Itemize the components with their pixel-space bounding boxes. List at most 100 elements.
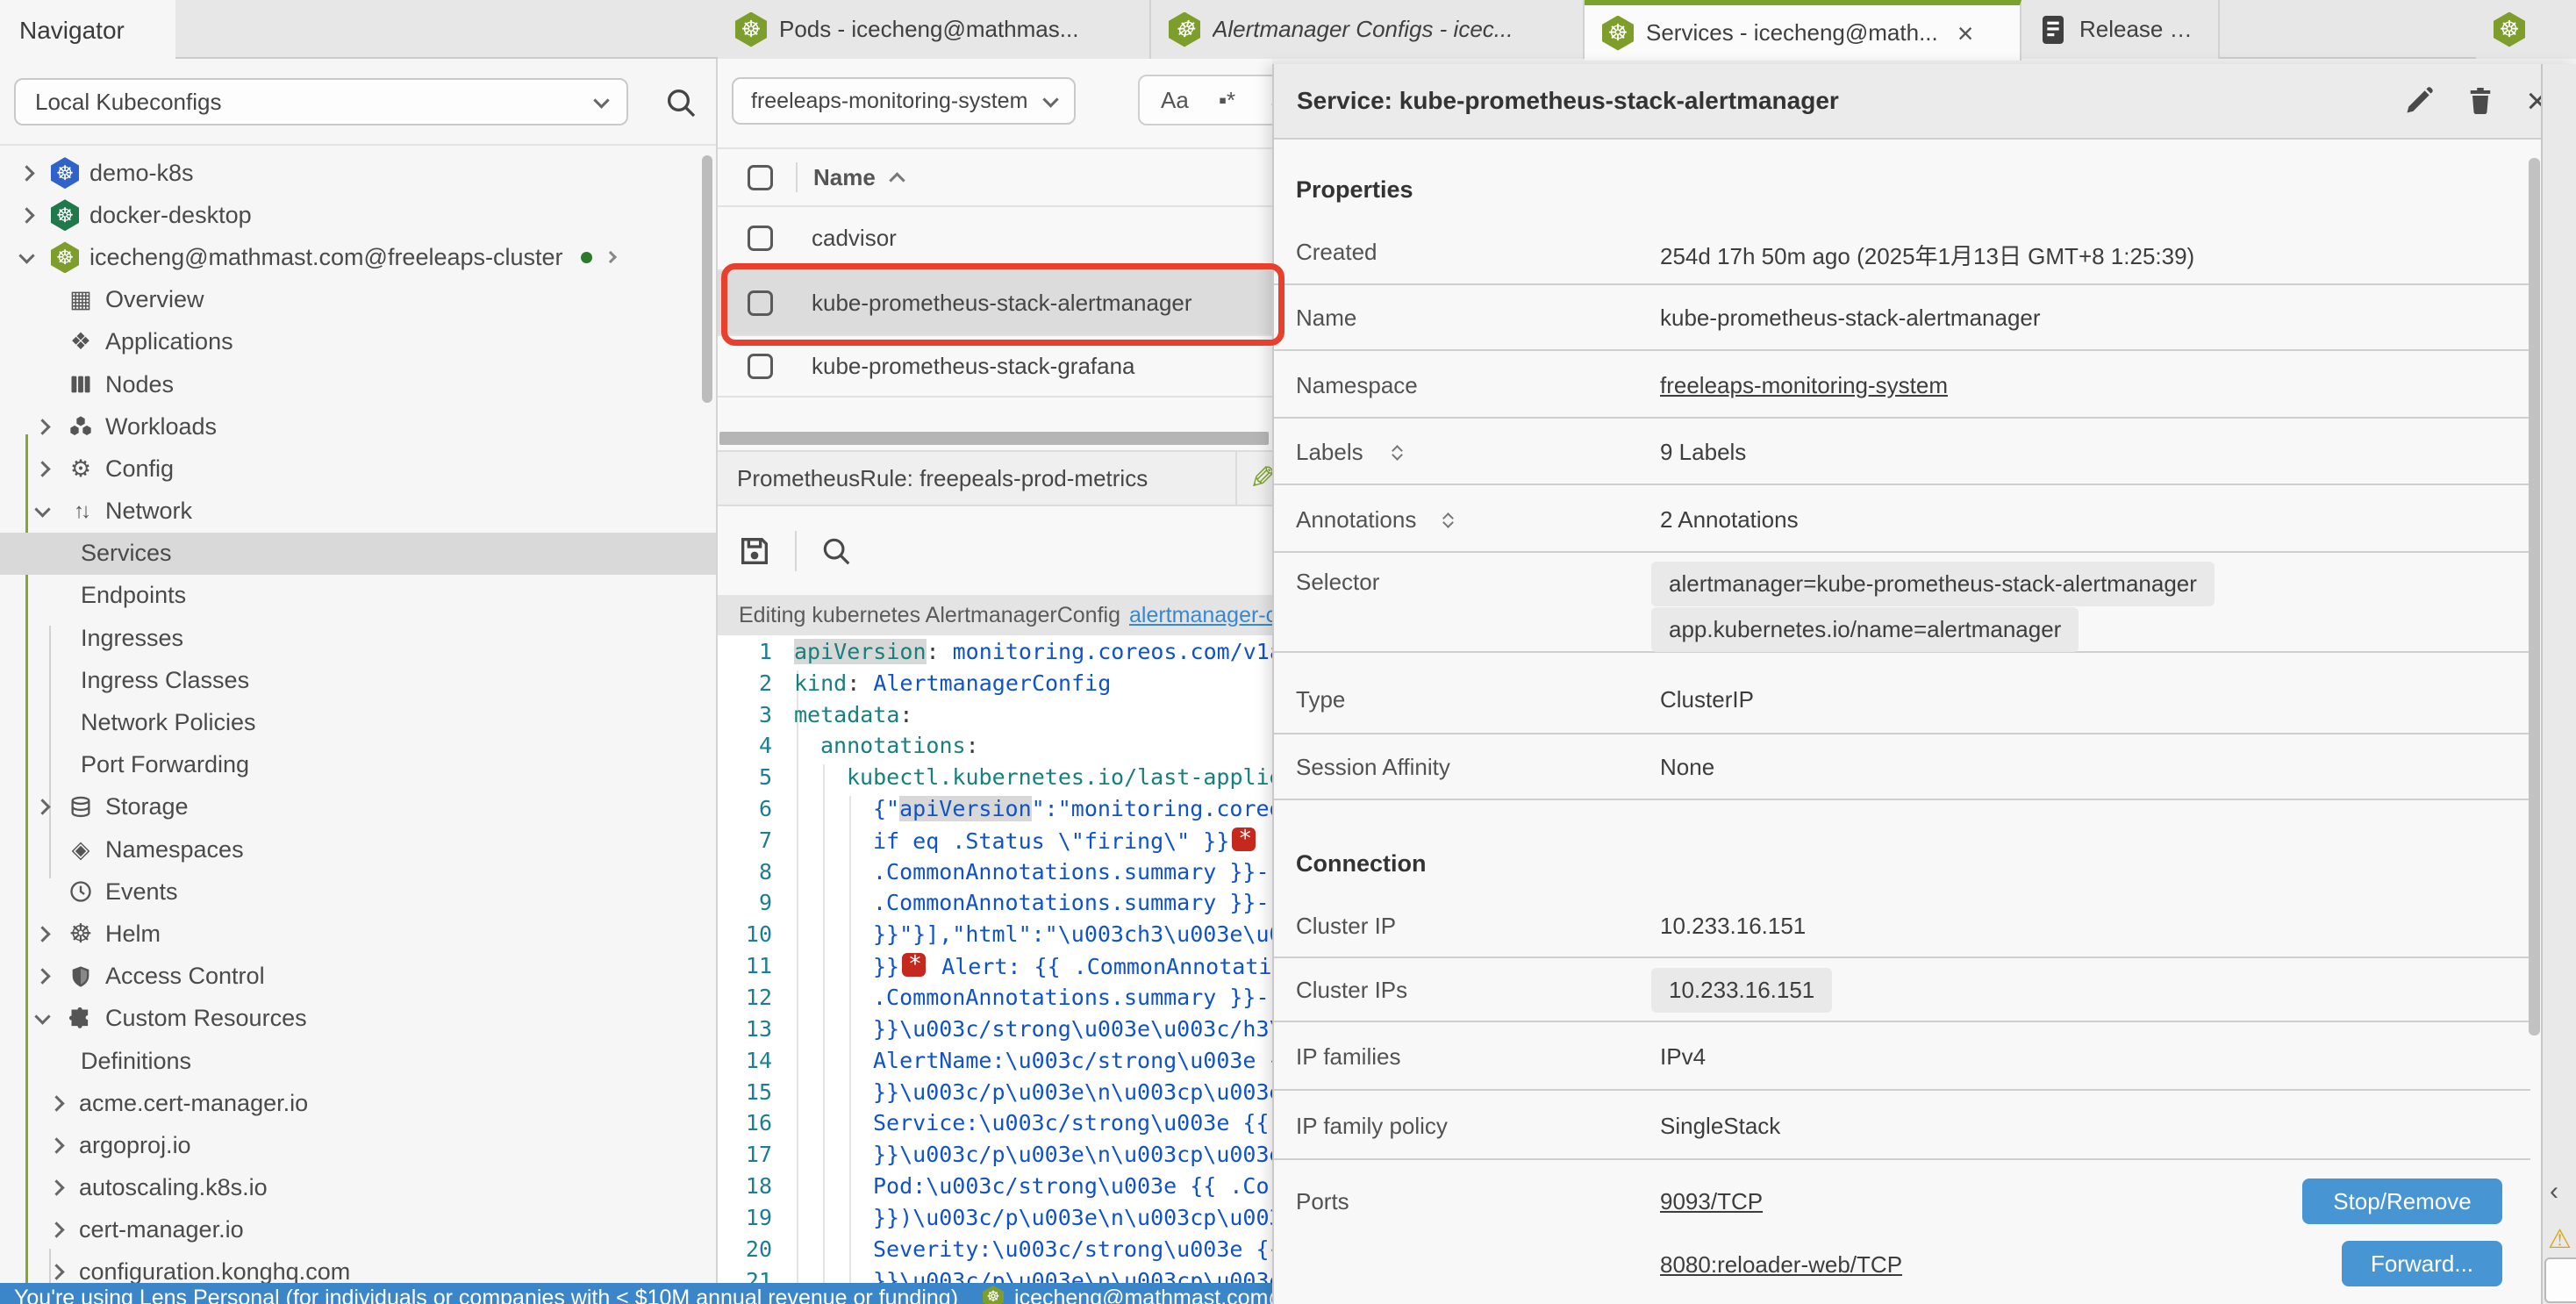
sidebar-item-overview[interactable]: ▦ Overview [0,279,718,321]
line-number: 17 [718,1142,772,1167]
chevron-right-icon [34,461,50,476]
code-line: AlertName:\u003c/strong\u003e {{ [873,1048,1272,1073]
row-label: Namespace [1296,372,1418,399]
prometheusrule-tab-bar[interactable]: PrometheusRule: freepeals-prod-metrics ✎ [718,450,1272,506]
alertmanager-config-link[interactable]: alertmanager-config [1129,603,1272,628]
edit-pencil-icon[interactable] [2403,85,2435,117]
sidebar-item-docker-desktop[interactable]: ☸ docker-desktop [0,194,718,236]
sidebar-item-config[interactable]: ⚙ Config [0,448,718,490]
name-column-header[interactable]: Name [813,164,876,191]
sidebar-item-namespaces[interactable]: ◈ Namespaces [0,828,718,871]
helm-icon: ☸ [65,919,97,949]
table-header-row[interactable]: Name [718,147,1272,207]
row-checkbox[interactable] [748,354,773,379]
sidebar-item-label: Definitions [81,1048,191,1075]
kubeconfig-select-value: Local Kubeconfigs [35,89,221,116]
connection-heading: Connection [1296,850,1427,878]
tab-alertmanager-configs[interactable]: ☸ Alertmanager Configs - icec... [1151,0,1585,59]
sidebar-item-events[interactable]: Events [0,871,718,913]
edit-pencil-icon[interactable]: ✎ [1249,460,1272,497]
editor-search-icon[interactable] [819,534,853,568]
chevron-left-icon[interactable]: ‹ [2550,1177,2558,1207]
code-line: .CommonAnnotations.summary }}- [873,985,1270,1010]
drawer-scrollbar-thumb[interactable] [2529,158,2540,1035]
tab-pods[interactable]: ☸ Pods - icecheng@mathmas... [718,0,1151,59]
sidebar-item-acme-cert-manager-io[interactable]: acme.cert-manager.io [0,1082,718,1124]
line-number: 3 [718,702,772,727]
applications-icon: ❖ [65,328,97,355]
sidebar-item-configuration-konghq-com[interactable]: configuration.konghq.com [0,1251,718,1285]
port-8080-link[interactable]: 8080:reloader-web/TCP [1660,1251,1902,1279]
edit-segment[interactable]: ✎ [1235,452,1272,505]
drawer-row-namespace: Namespace freeleaps-monitoring-system [1274,351,2530,419]
sidebar-item-freeleaps-cluster[interactable]: ☸ icecheng@mathmast.com@freeleaps-cluste… [0,236,718,278]
sidebar-item-cert-manager-io[interactable]: cert-manager.io [0,1209,718,1251]
tab-partial[interactable]: ☸ [2476,0,2576,59]
right-edge-gutter: ‹ ⚠ [2541,64,2576,1304]
expand-toggle-icon[interactable] [1444,509,1452,527]
sidebar-item-port-forwarding[interactable]: Port Forwarding [0,744,718,786]
kubernetes-icon: ☸ [51,157,79,189]
code-line: Severity:\u003c/strong\u003e {{ [873,1236,1272,1262]
sidebar-item-helm[interactable]: ☸ Helm [0,913,718,955]
sidebar-item-autoscaling-k8s-io[interactable]: autoscaling.k8s.io [0,1167,718,1209]
save-icon[interactable] [737,534,772,569]
expand-toggle-icon[interactable] [1393,441,1401,459]
sidebar-item-services[interactable]: Services [0,533,718,575]
sidebar-item-storage[interactable]: Storage [0,786,718,828]
service-name: kube-prometheus-stack-grafana [812,353,1135,380]
sidebar-item-endpoints[interactable]: Endpoints [0,575,718,617]
chevron-down-icon [593,92,609,108]
navigator-sidebar: Local Kubeconfigs ☸ demo-k8s ☸ docker-de… [0,59,718,1285]
drawer-row-cluster-ip: Cluster IP 10.233.16.151 [1274,893,2530,958]
sidebar-item-label: icecheng@mathmast.com@freeleaps-cluster [89,244,563,271]
chevron-right-icon [34,968,50,984]
sidebar-item-demo-k8s[interactable]: ☸ demo-k8s [0,152,718,194]
row-checkbox[interactable] [748,290,773,316]
kubeconfig-select[interactable]: Local Kubeconfigs [14,78,628,125]
code-line: kind: AlertmanagerConfig [794,670,1111,696]
namespaces-icon: ◈ [65,836,97,863]
match-case-toggle[interactable]: Aa [1161,87,1189,114]
sidebar-item-network-policies[interactable]: Network Policies [0,701,718,743]
select-all-checkbox[interactable] [748,165,773,190]
network-icon: ↑↓ [65,499,97,524]
sidebar-item-nodes[interactable]: Nodes [0,363,718,405]
port-9093-link[interactable]: 9093/TCP [1660,1188,1763,1215]
sidebar-item-argoproj-io[interactable]: argoproj.io [0,1124,718,1166]
tab-release-notes[interactable]: Release Notes [2021,0,2220,59]
sidebar-item-ingress-classes[interactable]: Ingress Classes [0,659,718,701]
sidebar-item-label: acme.cert-manager.io [79,1090,308,1117]
sidebar-item-network[interactable]: ↑↓ Network [0,491,718,533]
sidebar-item-access-control[interactable]: Access Control [0,956,718,998]
stop-remove-button[interactable]: Stop/Remove [2302,1179,2502,1224]
delete-trash-icon[interactable] [2465,85,2496,117]
close-tab-icon[interactable]: × [1957,19,1974,47]
search-input[interactable]: Aa ▪* Search [1138,75,1272,125]
sidebar-item-workloads[interactable]: Workloads [0,405,718,448]
regex-toggle[interactable]: ▪* [1219,87,1235,114]
yaml-editor[interactable]: 1apiVersion: monitoring.coreos.com/v1alp… [718,635,1272,1285]
tab-services[interactable]: ☸ Services - icecheng@math... × [1585,0,2021,61]
sidebar-item-definitions[interactable]: Definitions [0,1040,718,1082]
sidebar-item-ingresses[interactable]: Ingresses [0,617,718,659]
search-icon[interactable] [663,85,698,120]
sidebar-scrollbar-thumb[interactable] [702,155,712,403]
table-row-cadvisor[interactable]: cadvisor [718,207,1272,271]
line-number: 15 [718,1079,772,1105]
forward-button[interactable]: Forward... [2342,1241,2502,1286]
namespace-select-value: freeleaps-monitoring-system [751,89,1027,114]
sidebar-item-applications[interactable]: ❖ Applications [0,321,718,363]
code-line: {"apiVersion":"monitoring.coreos.com/v1a… [873,796,1272,821]
sidebar-item-label: Workloads [105,413,217,441]
sidebar-item-custom-resources[interactable]: Custom Resources [0,998,718,1040]
sidebar-item-label: Access Control [105,963,265,990]
table-row-alertmanager[interactable]: kube-prometheus-stack-alertmanager [718,271,1272,336]
namespace-select[interactable]: freeleaps-monitoring-system [732,77,1076,125]
row-checkbox[interactable] [748,226,773,251]
namespace-link[interactable]: freeleaps-monitoring-system [1660,372,1948,399]
table-row-grafana[interactable]: kube-prometheus-stack-grafana [718,336,1272,398]
chevron-down-icon [34,1009,50,1025]
chevron-right-icon [604,251,616,263]
horizontal-scrollbar-thumb[interactable] [719,432,1269,445]
